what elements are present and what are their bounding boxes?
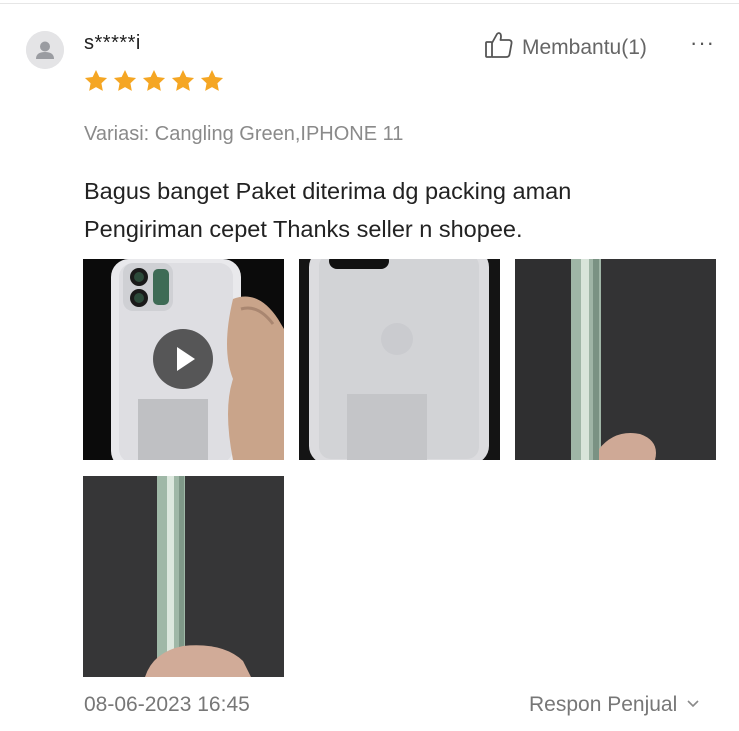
review-comment-line: Bagus banget Paket diterima dg packing a… — [84, 178, 572, 204]
thumbs-up-icon — [484, 30, 514, 66]
star-icon — [113, 69, 137, 91]
user-avatar-icon[interactable] — [26, 31, 64, 69]
review-photo[interactable] — [83, 476, 284, 677]
star-icon — [84, 69, 108, 91]
star-icon — [142, 69, 166, 91]
product-variation: Variasi: Cangling Green,IPHONE 11 — [84, 123, 404, 145]
play-icon[interactable] — [153, 329, 213, 389]
helpful-count-label: Membantu(1) — [522, 36, 647, 59]
chevron-down-icon — [685, 693, 701, 717]
top-divider — [0, 3, 739, 4]
reviewer-username: s*****i — [84, 32, 141, 54]
seller-response-label: Respon Penjual — [529, 693, 678, 716]
review-comment: Bagus banget Paket diterima dg packing a… — [84, 172, 704, 248]
review-video-thumbnail[interactable] — [83, 259, 284, 460]
star-rating — [83, 68, 225, 94]
review-photo[interactable] — [299, 259, 500, 460]
seller-response-toggle[interactable]: Respon Penjual — [529, 693, 701, 717]
review-datetime: 08-06-2023 16:45 — [84, 693, 250, 716]
star-icon — [200, 69, 224, 91]
review-comment-line: Pengiriman cepet Thanks seller n shopee. — [84, 216, 523, 242]
star-icon — [171, 69, 195, 91]
review-photo[interactable] — [515, 259, 716, 460]
helpful-button[interactable]: Membantu(1) — [484, 30, 647, 66]
more-options-icon[interactable]: ··· — [690, 30, 715, 56]
